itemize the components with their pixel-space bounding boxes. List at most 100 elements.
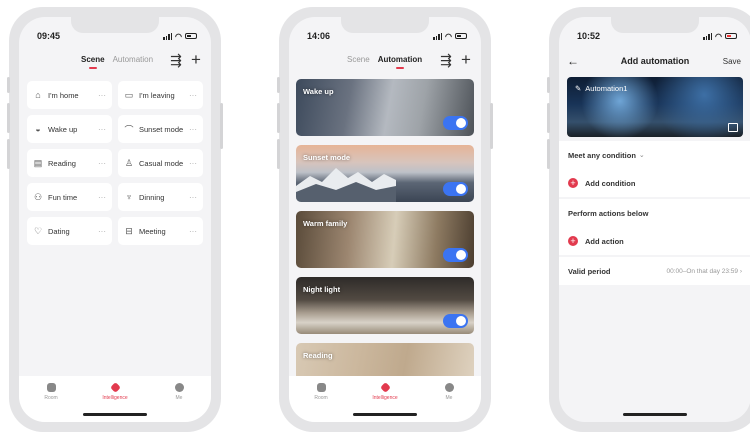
- save-button[interactable]: Save: [723, 57, 741, 66]
- status-bar: 14:06 ◠: [307, 30, 467, 42]
- status-bar: 09:45 ◠: [37, 30, 197, 42]
- status-time: 14:06: [307, 31, 331, 41]
- chevron-right-icon: ›: [739, 267, 742, 275]
- change-image-icon[interactable]: [728, 123, 738, 132]
- room-icon: [46, 383, 56, 392]
- more-icon[interactable]: ···: [98, 193, 106, 202]
- mountain-image: [296, 168, 396, 202]
- home-indicator: [353, 413, 417, 416]
- phone-scene-list: 09:45 ◠ Scene Automation ⇶ + ⌂ I'm home …: [7, 7, 223, 432]
- automation-cover-image[interactable]: ✎ Automation1: [567, 77, 743, 137]
- edit-icon: ✎: [575, 84, 582, 93]
- tab-scene[interactable]: Scene: [347, 55, 370, 64]
- scene-label: Meeting: [139, 226, 166, 236]
- battery-icon: [185, 33, 197, 39]
- valid-period-row[interactable]: Valid period 00:00–On that day 23:59 ›: [559, 257, 750, 285]
- tab-scene[interactable]: Scene: [81, 55, 105, 69]
- heart-icon: ♡: [33, 225, 43, 236]
- condition-title[interactable]: Meet any condition ⌄: [559, 141, 750, 169]
- scene-card-casual-mode[interactable]: ♙ Casual mode ···: [118, 149, 203, 177]
- status-time: 09:45: [37, 31, 61, 41]
- bike-icon: ⚇: [33, 191, 43, 202]
- back-arrow-icon[interactable]: ←: [567, 54, 579, 68]
- add-automation-screen: 10:52 ◠ ← Add automation Save ✎ Automati…: [559, 17, 750, 422]
- more-icon[interactable]: ···: [189, 159, 197, 168]
- nav-me[interactable]: Me: [429, 383, 469, 422]
- automation-card-warm-family[interactable]: Warm family: [296, 211, 474, 268]
- add-icon[interactable]: +: [459, 51, 473, 68]
- nav-room[interactable]: Room: [31, 383, 71, 422]
- nav-me[interactable]: Me: [159, 383, 199, 422]
- signal-icon: [433, 32, 443, 40]
- scene-label: Sunset mode: [139, 124, 184, 134]
- scene-label: Wake up: [48, 124, 78, 134]
- automation-name[interactable]: ✎ Automation1: [575, 84, 627, 93]
- header: ← Add automation Save: [559, 53, 750, 69]
- automation-toggle[interactable]: [443, 116, 468, 130]
- more-icon[interactable]: ···: [189, 125, 197, 134]
- nav-intelligence[interactable]: Intelligence: [365, 382, 405, 422]
- scene-card-meeting[interactable]: ⊟ Meeting ···: [118, 217, 203, 245]
- scene-card-fun-time[interactable]: ⚇ Fun time ···: [27, 183, 112, 211]
- scene-card-wake-up[interactable]: ◒ Wake up ···: [27, 115, 112, 143]
- add-action-button[interactable]: + Add action: [559, 227, 750, 255]
- automation-list-screen: 14:06 ◠ Scene Automation ⇶ + Wake up Sun…: [289, 17, 481, 422]
- person-icon: ♙: [124, 157, 134, 168]
- scene-card-dating[interactable]: ♡ Dating ···: [27, 217, 112, 245]
- automation-card-wake-up[interactable]: Wake up: [296, 79, 474, 136]
- page-title: Add automation: [620, 56, 690, 66]
- sort-icon[interactable]: ⇶: [439, 53, 453, 67]
- automation-toggle[interactable]: [443, 182, 468, 196]
- more-icon[interactable]: ···: [98, 227, 106, 236]
- scene-card-sunset-mode[interactable]: ⌒ Sunset mode ···: [118, 115, 203, 143]
- automation-label: Sunset mode: [303, 153, 351, 162]
- intelligence-icon: [109, 382, 121, 393]
- add-icon[interactable]: +: [189, 51, 203, 68]
- wifi-icon: ◠: [715, 31, 722, 41]
- home-indicator: [623, 413, 687, 416]
- intelligence-icon: [379, 382, 391, 393]
- status-time: 10:52: [577, 31, 601, 41]
- more-icon[interactable]: ···: [189, 91, 197, 100]
- more-icon[interactable]: ···: [98, 159, 106, 168]
- automation-card-sunset-mode[interactable]: Sunset mode: [296, 145, 474, 202]
- scene-label: Fun time: [48, 192, 78, 202]
- scene-label: Reading: [48, 158, 76, 168]
- home-indicator: [83, 413, 147, 416]
- more-icon[interactable]: ···: [189, 227, 197, 236]
- wifi-icon: ◠: [175, 31, 182, 41]
- more-icon[interactable]: ···: [98, 91, 106, 100]
- valid-period-label: Valid period: [568, 266, 611, 276]
- automation-list: Wake up Sunset mode Warm family Night li…: [296, 79, 474, 409]
- scene-card-im-leaving[interactable]: ▭ I'm leaving ···: [118, 81, 203, 109]
- chevron-down-icon: ⌄: [638, 152, 645, 159]
- valid-period-value: 00:00–On that day 23:59 ›: [666, 267, 742, 275]
- scene-card-reading[interactable]: ▤ Reading ···: [27, 149, 112, 177]
- battery-icon: [725, 33, 737, 39]
- automation-label: Warm family: [303, 219, 348, 228]
- scene-label: I'm leaving: [139, 90, 175, 100]
- briefcase-icon: ▭: [124, 89, 134, 100]
- book-icon: ▤: [33, 157, 43, 168]
- automation-toggle[interactable]: [443, 314, 468, 328]
- add-icon: +: [568, 236, 578, 246]
- tab-automation[interactable]: Automation: [378, 55, 422, 69]
- more-icon[interactable]: ···: [189, 193, 197, 202]
- add-condition-button[interactable]: + Add condition: [559, 169, 750, 197]
- home-icon: ⌂: [35, 90, 41, 100]
- nav-intelligence[interactable]: Intelligence: [95, 382, 135, 422]
- nav-room[interactable]: Room: [301, 383, 341, 422]
- automation-toggle[interactable]: [443, 248, 468, 262]
- sort-icon[interactable]: ⇶: [169, 53, 183, 67]
- more-icon[interactable]: ···: [98, 125, 106, 134]
- scene-label: Dating: [48, 226, 70, 236]
- actions-title: Perform actions below: [568, 208, 649, 218]
- scene-grid: ⌂ I'm home ··· ▭ I'm leaving ··· ◒ Wake …: [27, 81, 203, 245]
- automation-label: Wake up: [303, 87, 334, 96]
- automation-card-night-light[interactable]: Night light: [296, 277, 474, 334]
- scene-card-dinning[interactable]: ♆ Dinning ···: [118, 183, 203, 211]
- scene-card-im-home[interactable]: ⌂ I'm home ···: [27, 81, 112, 109]
- cup-icon: ♆: [125, 192, 133, 202]
- tab-automation[interactable]: Automation: [113, 55, 153, 64]
- sunrise-icon: ◒: [35, 124, 41, 134]
